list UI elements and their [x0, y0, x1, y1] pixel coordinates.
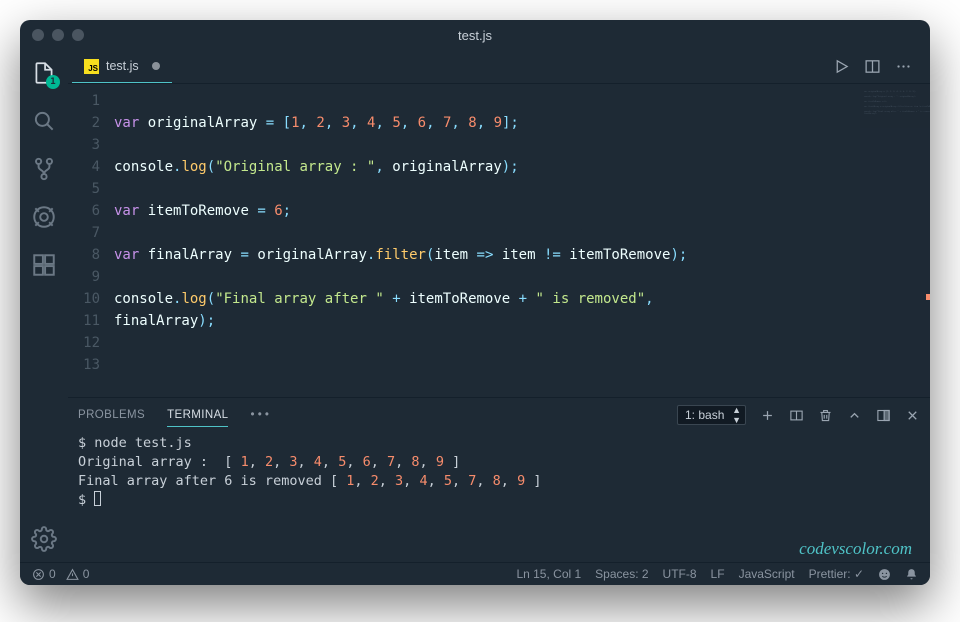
- extensions-icon[interactable]: [31, 252, 57, 278]
- kill-terminal-icon[interactable]: [818, 408, 833, 423]
- status-cursor-position[interactable]: Ln 15, Col 1: [516, 567, 581, 581]
- status-prettier[interactable]: Prettier: ✓: [809, 567, 864, 581]
- status-indentation[interactable]: Spaces: 2: [595, 567, 648, 581]
- split-editor-icon[interactable]: [864, 58, 881, 75]
- status-encoding[interactable]: UTF-8: [663, 567, 697, 581]
- tab-test-js[interactable]: JS test.js: [72, 50, 172, 83]
- new-terminal-icon[interactable]: [760, 408, 775, 423]
- debug-icon[interactable]: [31, 204, 57, 230]
- line-numbers: 12345678910111213: [68, 90, 114, 397]
- status-warnings[interactable]: 0: [66, 567, 90, 581]
- overview-marker: [926, 294, 930, 300]
- bottom-panel: PROBLEMS TERMINAL • • • 1: bash ▲▼: [68, 397, 930, 562]
- tab-label: test.js: [106, 59, 139, 73]
- status-notifications-icon[interactable]: [905, 568, 918, 581]
- minimap[interactable]: var originalArray = [1, 2, 3, 4, 5, 6, 7…: [860, 84, 930, 397]
- editor-window: test.js 1: [20, 20, 930, 585]
- explorer-badge: 1: [46, 75, 60, 89]
- js-file-icon: JS: [84, 59, 99, 74]
- source-control-icon[interactable]: [31, 156, 57, 182]
- dirty-indicator-icon: [152, 62, 160, 70]
- watermark: codevscolor.com: [799, 539, 912, 559]
- status-language[interactable]: JavaScript: [739, 567, 795, 581]
- search-icon[interactable]: [31, 108, 57, 134]
- tab-bar: JS test.js: [68, 50, 930, 84]
- settings-gear-icon[interactable]: [31, 526, 57, 552]
- status-errors[interactable]: 0: [32, 567, 56, 581]
- activity-bar: 1: [20, 50, 68, 562]
- panel-tabs-more-icon[interactable]: • • •: [250, 409, 268, 421]
- run-icon[interactable]: [833, 58, 850, 75]
- code-editor[interactable]: 12345678910111213 var originalArray = [1…: [68, 84, 860, 397]
- more-actions-icon[interactable]: [895, 58, 912, 75]
- status-feedback-icon[interactable]: [878, 568, 891, 581]
- panel-tab-terminal[interactable]: TERMINAL: [167, 409, 228, 427]
- move-panel-icon[interactable]: [876, 408, 891, 423]
- editor-actions: [833, 58, 930, 75]
- code-content[interactable]: var originalArray = [1, 2, 3, 4, 5, 6, 7…: [114, 90, 860, 397]
- panel-tab-problems[interactable]: PROBLEMS: [78, 409, 145, 421]
- close-panel-icon[interactable]: [905, 408, 920, 423]
- maximize-panel-icon[interactable]: [847, 408, 862, 423]
- status-bar: 0 0 Ln 15, Col 1 Spaces: 2 UTF-8 LF Java…: [20, 562, 930, 585]
- window-title: test.js: [20, 28, 930, 43]
- explorer-icon[interactable]: 1: [31, 60, 57, 86]
- titlebar: test.js: [20, 20, 930, 50]
- terminal-selector[interactable]: 1: bash: [677, 405, 746, 425]
- split-terminal-icon[interactable]: [789, 408, 804, 423]
- status-eol[interactable]: LF: [711, 567, 725, 581]
